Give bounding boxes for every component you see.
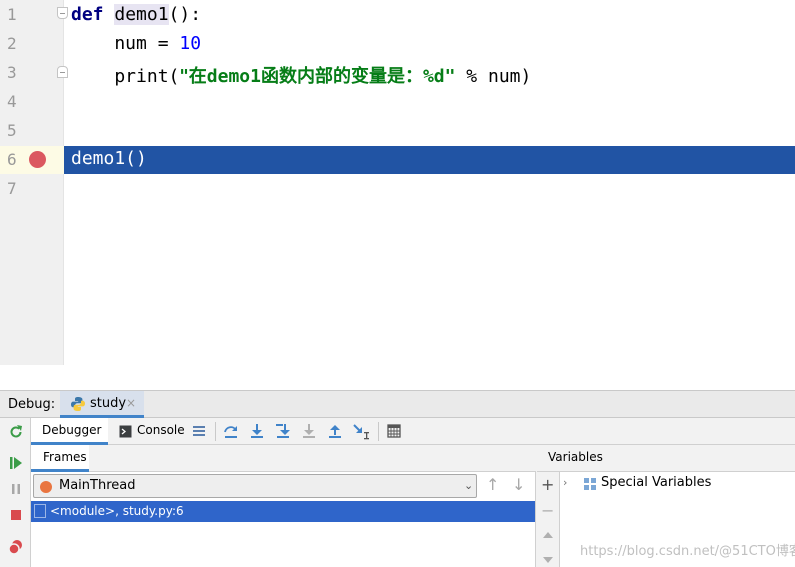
view-breakpoints-icon[interactable] — [8, 539, 24, 555]
tab-frames[interactable]: Frames — [31, 445, 89, 472]
number-literal: 10 — [179, 33, 202, 54]
def-keyword: def — [71, 4, 104, 25]
line-number: 1 — [7, 5, 17, 24]
add-watch-icon[interactable]: + — [541, 475, 554, 494]
thread-status-icon — [40, 481, 52, 493]
code-line-1[interactable]: def demo1(): — [71, 4, 201, 25]
toolbar-separator — [378, 422, 379, 441]
evaluate-expression-icon[interactable] — [385, 422, 403, 440]
line-number: 2 — [7, 34, 17, 53]
stop-icon[interactable] — [8, 507, 24, 523]
string-part: "在 — [179, 66, 207, 87]
fold-toggle-icon[interactable] — [57, 7, 68, 19]
move-up-icon[interactable] — [542, 530, 554, 540]
close-tab-icon[interactable]: × — [126, 396, 136, 410]
execution-point-line[interactable]: demo1() — [64, 146, 795, 174]
python-icon — [71, 397, 85, 411]
debugger-toolbar: Debugger Console — [31, 418, 795, 445]
force-step-into-icon[interactable] — [300, 422, 318, 440]
step-over-icon[interactable] — [222, 422, 240, 440]
remove-watch-icon[interactable]: − — [541, 501, 554, 520]
code-text: (): — [168, 4, 202, 25]
thread-name: MainThread — [59, 478, 136, 493]
code-line-2[interactable]: num = 10 — [71, 33, 201, 54]
string-part: %d" — [422, 66, 456, 87]
fold-end-icon[interactable] — [57, 66, 68, 78]
debug-tool-window-header: Debug: study × — [0, 390, 795, 418]
toolbar-separator — [215, 422, 216, 441]
string-literal: "在demo1函数内部的变量是：%d" — [179, 66, 455, 87]
code-editor[interactable]: 1 2 3 4 5 6 7 def demo1(): num = 10 prin… — [0, 0, 795, 365]
pause-icon[interactable] — [8, 481, 24, 497]
code-text: print( — [71, 66, 180, 87]
next-frame-arrow-icon[interactable]: ↓ — [512, 475, 525, 494]
previous-frame-arrow-icon[interactable]: ↑ — [486, 475, 499, 494]
code-line-6: demo1() — [71, 148, 147, 169]
variables-panel-header: Variables — [537, 445, 795, 472]
step-into-my-code-icon[interactable] — [274, 422, 292, 440]
function-name: demo1 — [114, 4, 169, 25]
layout-menu-icon[interactable] — [190, 422, 208, 440]
variables-side-toolbar: + − — [537, 472, 560, 567]
stack-frame-label: <module>, study.py:6 — [50, 504, 184, 518]
move-down-icon[interactable] — [542, 555, 554, 565]
frames-panel-header: Frames — [31, 445, 536, 472]
chevron-down-icon: ⌄ — [464, 479, 474, 492]
resume-icon[interactable] — [8, 455, 24, 471]
tab-variables[interactable]: Variables — [548, 450, 603, 464]
string-part: 函数内部的变量是： — [260, 66, 423, 87]
console-icon — [119, 425, 132, 438]
step-into-icon[interactable] — [248, 422, 266, 440]
debug-session-tab-study[interactable]: study × — [60, 391, 144, 418]
watermark: https://blog.csdn.net/@51CTO博客 — [580, 544, 795, 559]
debug-label: Debug: — [8, 397, 56, 412]
stack-frame-row[interactable]: <module>, study.py:6 — [31, 501, 535, 522]
thread-selector[interactable]: MainThread ⌄ — [33, 474, 477, 498]
tab-frames-label: Frames — [43, 450, 87, 464]
breakpoint-icon[interactable] — [29, 151, 46, 168]
debug-session-tab-label: study — [90, 396, 127, 411]
line-number: 6 — [7, 150, 17, 169]
debug-side-toolbar — [0, 418, 31, 567]
code-line-3[interactable]: print("在demo1函数内部的变量是：%d" % num) — [71, 62, 531, 88]
string-part: demo1 — [206, 66, 261, 87]
line-number: 5 — [7, 121, 17, 140]
step-out-icon[interactable] — [326, 422, 344, 440]
code-text: num = — [71, 33, 180, 54]
tab-debugger-label: Debugger — [42, 423, 102, 437]
line-number: 4 — [7, 92, 17, 111]
line-number: 3 — [7, 63, 17, 82]
frame-icon — [34, 504, 46, 518]
expand-arrow-icon[interactable]: › — [563, 476, 567, 489]
special-variables-label: Special Variables — [601, 475, 712, 490]
code-text: % num) — [455, 66, 532, 87]
frames-panel: Frames MainThread ⌄ ↑ ↓ <module>, study.… — [31, 445, 536, 567]
tab-console[interactable]: Console — [137, 423, 185, 437]
line-number: 7 — [7, 179, 17, 198]
special-variables-icon — [584, 478, 596, 490]
rerun-icon[interactable] — [8, 423, 24, 439]
run-to-cursor-icon[interactable] — [352, 422, 370, 440]
tab-debugger[interactable]: Debugger — [31, 418, 108, 445]
